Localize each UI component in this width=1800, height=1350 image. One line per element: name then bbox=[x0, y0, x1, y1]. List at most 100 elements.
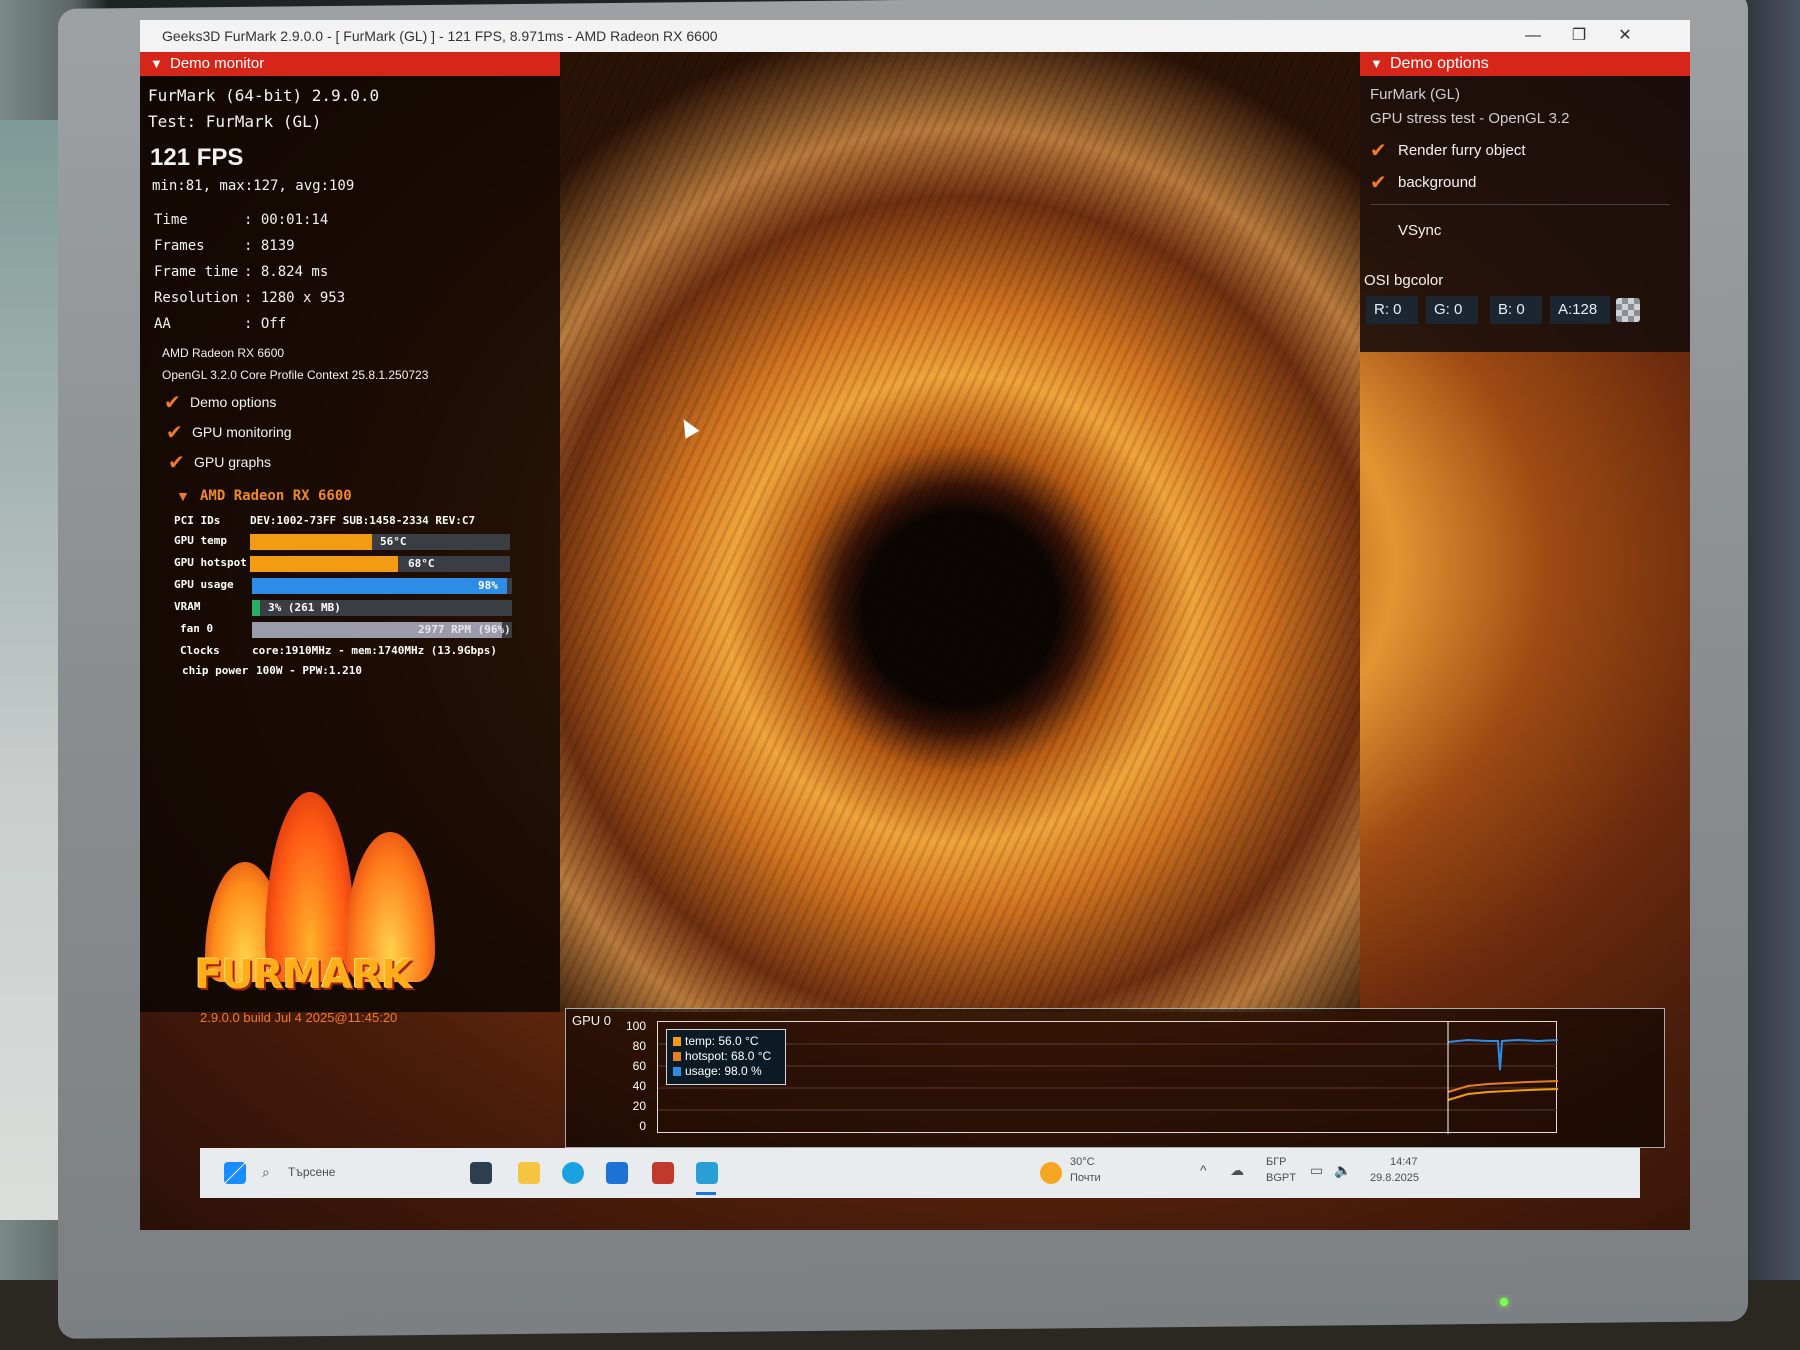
gpu-usage-value: 98% bbox=[478, 579, 498, 592]
toggle-label: Demo options bbox=[190, 394, 277, 410]
windows-taskbar: ⌕ Търсене 30°C Почти ^ ☁ БГР BGPT ▭ 🔈 14… bbox=[200, 1148, 1640, 1198]
minimize-button[interactable]: — bbox=[1510, 20, 1556, 52]
vram-bar-fill bbox=[252, 600, 260, 616]
gpu-hotspot-bar: 68°C bbox=[250, 556, 510, 572]
windows-start-icon[interactable] bbox=[224, 1162, 246, 1184]
demo-name-text: FurMark (GL) bbox=[1370, 86, 1460, 103]
language-top[interactable]: БГР bbox=[1266, 1156, 1287, 1168]
store-icon[interactable] bbox=[606, 1162, 628, 1184]
demo-options-header[interactable]: ▼ Demo options bbox=[1360, 52, 1690, 76]
option-label: Render furry object bbox=[1398, 142, 1526, 159]
gpu-usage-label: GPU usage bbox=[174, 578, 234, 591]
active-app-icon[interactable] bbox=[696, 1162, 718, 1184]
monitor-screen: Geeks3D FurMark 2.9.0.0 - [ FurMark (GL)… bbox=[140, 20, 1690, 1230]
option-label: background bbox=[1398, 174, 1477, 191]
maximize-button[interactable]: ❐ bbox=[1556, 20, 1602, 52]
weather-icon[interactable] bbox=[1040, 1162, 1062, 1184]
demo-monitor-panel: ▼ Demo monitor FurMark (64-bit) 2.9.0.0 … bbox=[140, 52, 560, 1025]
app-version-text: FurMark (64-bit) 2.9.0.0 bbox=[148, 86, 380, 105]
y-tick-label: 100 bbox=[625, 1019, 646, 1033]
collapse-triangle-icon[interactable]: ▼ bbox=[1370, 52, 1383, 76]
gpu-temp-bar-fill bbox=[250, 534, 373, 550]
stat-label: Time bbox=[154, 212, 188, 228]
pci-ids-label: PCI IDs bbox=[174, 514, 221, 527]
stat-label: Frame time bbox=[154, 264, 239, 280]
y-tick-label: 60 bbox=[632, 1059, 646, 1073]
clocks-value: core:1910MHz - mem:1740MHz (13.9Gbps) bbox=[252, 644, 498, 657]
chip-power-label: chip power bbox=[182, 664, 249, 677]
toggle-label: GPU monitoring bbox=[192, 424, 292, 440]
demo-monitor-header[interactable]: ▼ Demo monitor bbox=[140, 52, 560, 76]
osi-bgcolor-label: OSI bgcolor bbox=[1364, 272, 1444, 289]
window-titlebar[interactable]: Geeks3D FurMark 2.9.0.0 - [ FurMark (GL)… bbox=[140, 20, 1690, 52]
stat-value: : 1280 x 953 bbox=[244, 290, 346, 306]
cloud-icon[interactable]: ☁ bbox=[1230, 1162, 1244, 1179]
network-icon[interactable]: ▭ bbox=[1310, 1162, 1323, 1179]
checkmark-icon: ✔ bbox=[164, 392, 181, 414]
clock-time[interactable]: 14:47 bbox=[1390, 1156, 1418, 1168]
temp-series-line bbox=[1447, 1088, 1559, 1101]
stat-value: : 8139 bbox=[244, 238, 295, 254]
language-bottom[interactable]: BGPT bbox=[1266, 1172, 1296, 1184]
osi-b-input[interactable]: B: 0 bbox=[1490, 296, 1542, 324]
fps-readout: 121 FPS bbox=[150, 144, 244, 171]
legend-label: usage: 98.0 % bbox=[685, 1064, 762, 1078]
legend-label: temp: 56.0 °C bbox=[685, 1034, 759, 1048]
vram-value: 3% (261 MB) bbox=[268, 601, 341, 614]
legend-swatch bbox=[673, 1037, 681, 1046]
fps-stats: min:81, max:127, avg:109 bbox=[152, 178, 355, 194]
stat-value: : Off bbox=[244, 316, 287, 332]
weather-temp: 30°C bbox=[1070, 1156, 1095, 1168]
stat-value: : 8.824 ms bbox=[244, 264, 329, 280]
gpu-temp-label: GPU temp bbox=[174, 534, 227, 547]
speaker-icon[interactable]: 🔈 bbox=[1334, 1162, 1351, 1179]
close-button[interactable]: ✕ bbox=[1602, 20, 1648, 52]
clock-date[interactable]: 29.8.2025 bbox=[1370, 1172, 1419, 1184]
edge-browser-icon[interactable] bbox=[562, 1162, 584, 1184]
graph-svg bbox=[658, 1022, 1559, 1134]
osi-g-input[interactable]: G: 0 bbox=[1426, 296, 1478, 324]
collapse-triangle-icon[interactable]: ▼ bbox=[150, 52, 163, 76]
y-tick-label: 40 bbox=[632, 1079, 646, 1093]
legend-label: hotspot: 68.0 °C bbox=[685, 1049, 772, 1063]
separator bbox=[1370, 204, 1670, 205]
gpu-temp-bar: 56°C bbox=[250, 534, 510, 550]
active-indicator bbox=[696, 1192, 716, 1195]
checkmark-icon: ✔ bbox=[1370, 172, 1387, 194]
checkmark-icon: ✔ bbox=[166, 422, 183, 444]
pci-ids-value: DEV:1002-73FF SUB:1458-2334 REV:C7 bbox=[250, 514, 476, 527]
demo-monitor-title: Demo monitor bbox=[170, 55, 265, 72]
gpu-panel-title: AMD Radeon RX 6600 bbox=[200, 488, 352, 504]
search-placeholder: Търсене bbox=[288, 1165, 336, 1179]
demo-desc-text: GPU stress test - OpenGL 3.2 bbox=[1370, 110, 1570, 127]
color-swatch-picker[interactable] bbox=[1616, 298, 1640, 322]
stat-label: AA bbox=[154, 316, 171, 332]
demo-options-panel: ▼ Demo options FurMark (GL) GPU stress t… bbox=[1360, 52, 1690, 352]
legend-item-temp: temp: 56.0 °C bbox=[673, 1034, 779, 1049]
monitor-power-led bbox=[1500, 1298, 1508, 1306]
build-info-text: 2.9.0.0 build Jul 4 2025@11:45:20 bbox=[200, 1010, 398, 1025]
opengl-version-text: OpenGL 3.2.0 Core Profile Context 25.8.1… bbox=[162, 368, 429, 382]
task-view-icon[interactable] bbox=[470, 1162, 492, 1184]
osi-r-input[interactable]: R: 0 bbox=[1366, 296, 1418, 324]
fan-bar: 2977 RPM (96%) bbox=[252, 622, 512, 638]
legend-swatch bbox=[673, 1067, 681, 1076]
furmark-app-icon[interactable] bbox=[652, 1162, 674, 1184]
fan-value: 2977 RPM (96%) bbox=[418, 623, 511, 636]
stat-label: Resolution bbox=[154, 290, 239, 306]
graph-plot-area bbox=[657, 1021, 1559, 1134]
gpu-temp-value: 56°C bbox=[380, 535, 407, 548]
furmark-logo: FURMARK bbox=[185, 782, 455, 1022]
osi-a-input[interactable]: A:128 bbox=[1550, 296, 1610, 324]
option-label: VSync bbox=[1398, 222, 1442, 239]
stat-label: Frames bbox=[154, 238, 205, 254]
y-tick-label: 0 bbox=[639, 1119, 646, 1133]
search-icon: ⌕ bbox=[262, 1164, 270, 1180]
file-explorer-icon[interactable] bbox=[518, 1162, 540, 1184]
y-tick-label: 20 bbox=[632, 1099, 646, 1113]
legend-item-hotspot: hotspot: 68.0 °C bbox=[673, 1049, 779, 1064]
gpu-hotspot-value: 68°C bbox=[408, 557, 435, 570]
chevron-up-icon[interactable]: ^ bbox=[1200, 1162, 1207, 1178]
gpu-graph-panel: GPU 0 100 80 60 40 20 0 temp: 56.0 °C ho… bbox=[565, 1008, 1665, 1148]
collapse-triangle-icon[interactable]: ▼ bbox=[176, 488, 190, 504]
